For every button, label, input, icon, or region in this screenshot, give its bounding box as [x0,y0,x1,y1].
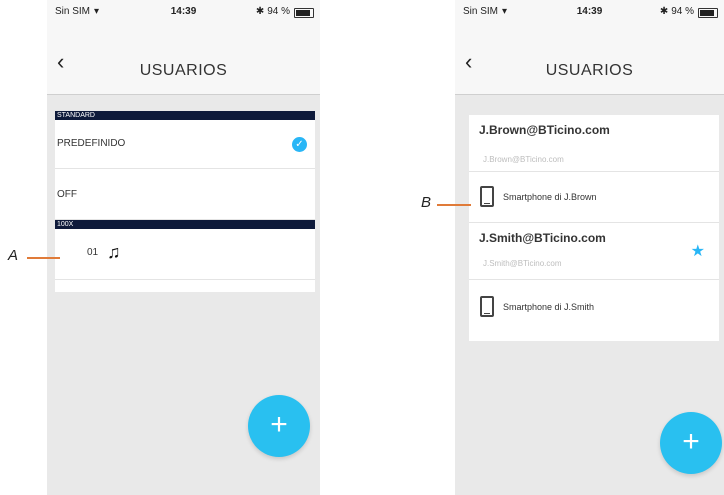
battery-percent: ✱ 94 % [255,6,290,17]
device-item-jsmith[interactable]: Smartphone di J.Smith [469,280,719,332]
user-email: J.Brown@BTicino.com [479,123,610,137]
user-email: J.Smith@BTicino.com [479,231,606,245]
status-bar: Sin SIM ▾ 14:39 ✱ 94 % [47,0,320,30]
device-item-jbrown[interactable]: Smartphone di J.Brown [469,172,719,223]
page-title: USUARIOS [139,62,228,79]
user-header-jbrown[interactable]: J.Brown@BTicino.com J.Brown@BTicino.com [469,115,719,172]
phone-screen-right: Sin SIM ▾ 14:39 ✱ 94 % ‹ USUARIOS J.Brown@… [455,0,724,495]
callout-a-label: A [8,247,19,264]
bluetooth-icon: ✱ [255,6,265,17]
section-header-100x: 100X [55,220,315,229]
check-icon: ✓ [292,137,307,152]
user-subtitle: J.Brown@BTicino.com [483,155,564,164]
bluetooth-icon: ✱ [659,6,669,17]
smartphone-icon [480,186,494,207]
star-icon[interactable]: ★ [691,241,705,261]
add-fab-button[interactable]: + [248,395,310,457]
title-bar: ‹ USUARIOS [47,30,320,95]
music-note-icon: ♫ [107,242,121,262]
title-bar: ‹ USUARIOS [455,30,724,95]
callout-b-label: B [421,194,432,211]
list-item-predefinido[interactable]: PREDEFINIDO ✓ [55,120,315,169]
device-label: Smartphone di J.Smith [503,302,595,312]
list-item-label: OFF [57,189,77,200]
phone-screen-left: Sin SIM ▾ 14:39 ✱ 94 % ‹ USUARIOS STANDARD… [47,0,320,495]
list-item-melody[interactable]: 01 ♫ [55,229,315,280]
device-label: Smartphone di J.Brown [503,192,597,202]
smartphone-icon [480,296,494,317]
status-bar: Sin SIM ▾ 14:39 ✱ 94 % [455,0,724,30]
battery-icon [698,8,718,18]
battery-percent: ✱ 94 % [659,6,694,17]
section-header-standard: STANDARD [55,111,315,120]
callout-b-line [437,204,471,206]
page-title: USUARIOS [545,62,634,79]
user-header-jsmith[interactable]: J.Smith@BTicino.com J.Smith@BTicino.com … [469,223,719,280]
add-fab-button[interactable]: + [660,412,722,474]
user-subtitle: J.Smith@BTicino.com [483,259,562,268]
battery-icon [294,8,314,18]
ringtone-list: STANDARD PREDEFINIDO ✓ OFF 100X 01 ♫ [55,111,315,292]
users-list: J.Brown@BTicino.com J.Brown@BTicino.com … [469,115,719,341]
callout-a-line [27,257,60,259]
list-item-off[interactable]: OFF [55,169,315,220]
melody-number: 01 [87,247,99,258]
list-item-label: PREDEFINIDO [57,138,126,149]
